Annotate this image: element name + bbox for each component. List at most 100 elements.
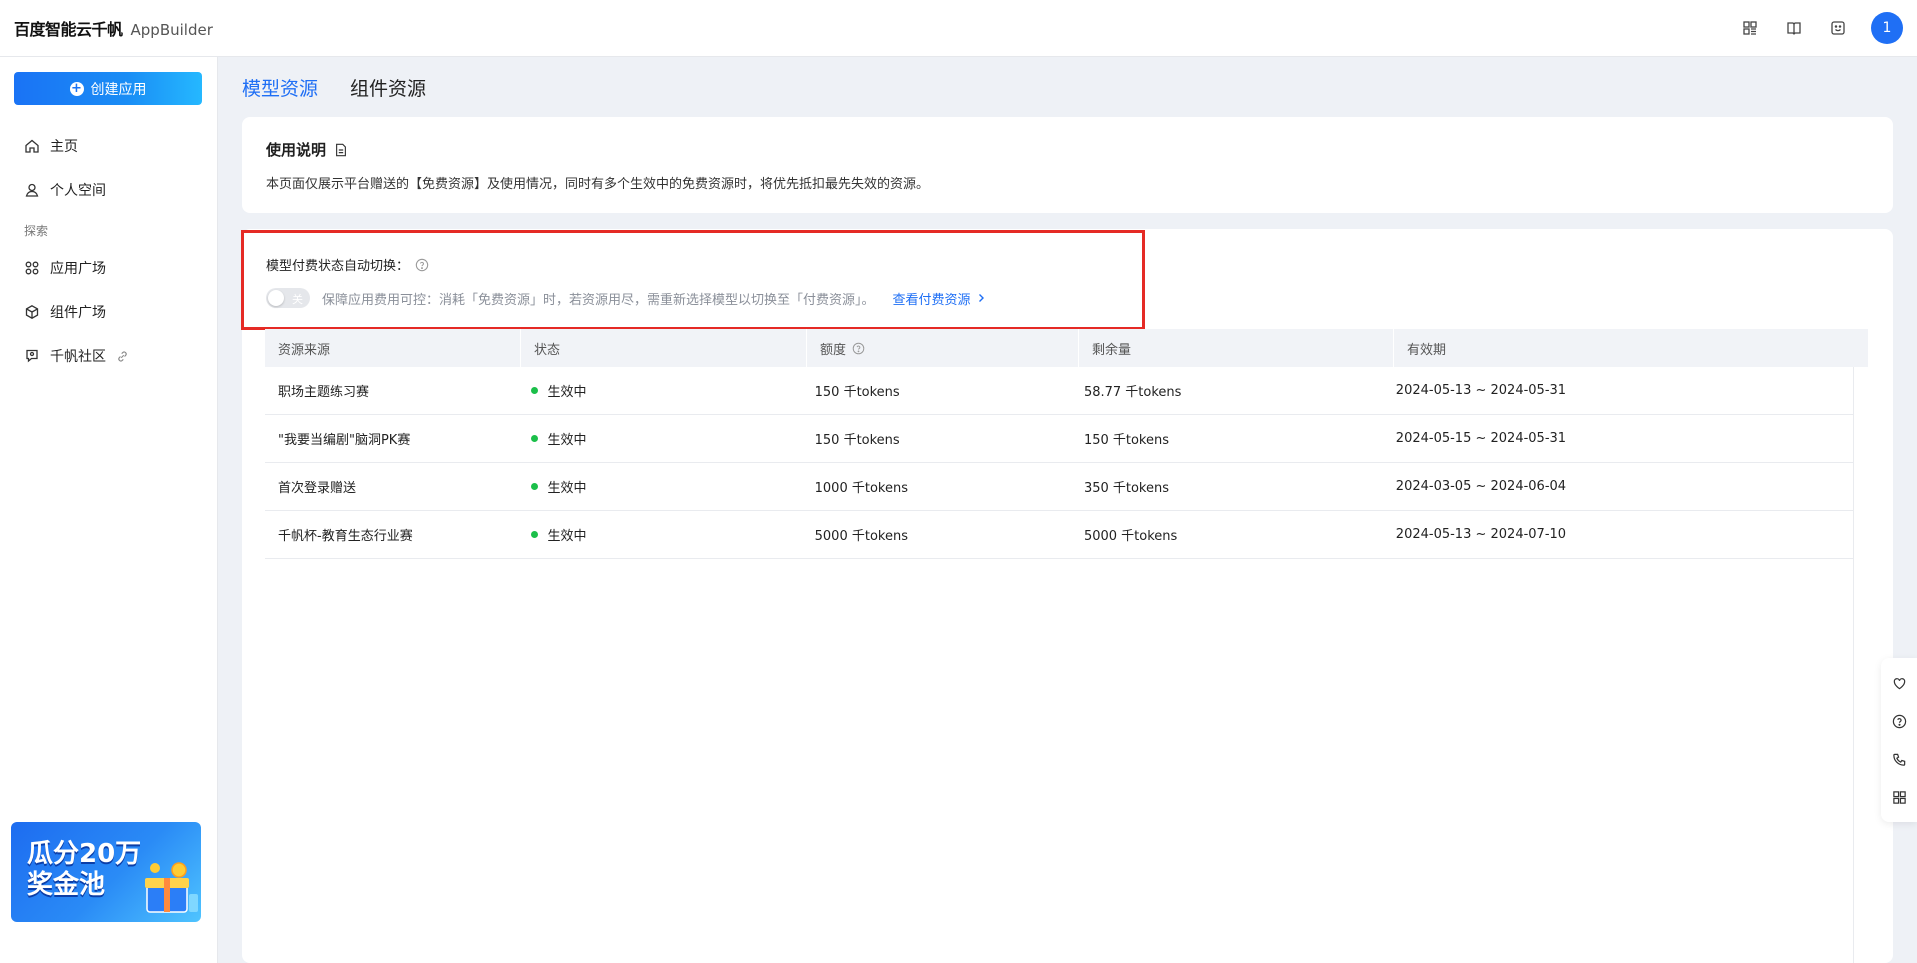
cell-validity: 2024-05-15 ~ 2024-05-31 xyxy=(1395,431,1567,446)
gift-box-icon xyxy=(145,862,198,913)
column-header-text: 剩余量 xyxy=(1092,342,1132,358)
cell-validity: 2024-05-13 ~ 2024-07-10 xyxy=(1395,527,1567,542)
grid-icon[interactable] xyxy=(1739,17,1761,39)
external-link-icon xyxy=(118,350,127,362)
cell-source: 首次登录赠送 xyxy=(278,481,357,496)
cell-remaining: 58.77 千tokens xyxy=(1083,385,1182,400)
create-app-label: 创建应用 xyxy=(90,81,147,98)
promo-line-2: 奖金池 xyxy=(27,870,106,900)
sidebar: + 创建应用 主页 个人空间 探索 应用广场 组件广场 千帆社区 瓜分20万 奖… xyxy=(0,57,218,963)
floating-toolbar xyxy=(1881,658,1917,822)
cell-status: 生效中 xyxy=(518,477,801,496)
help-icon[interactable] xyxy=(852,342,865,355)
cell-source: "我要当编剧"脑洞PK赛 xyxy=(278,433,411,448)
status-text: 生效中 xyxy=(547,385,587,400)
column-header-text: 资源来源 xyxy=(278,342,331,358)
auto-switch-title: 模型付费状态自动切换： xyxy=(266,255,429,274)
cell-validity: 2024-03-05 ~ 2024-06-04 xyxy=(1395,479,1567,494)
community-icon xyxy=(26,349,38,363)
column-header-validity: 有效期 xyxy=(1394,329,1869,367)
cell-status: 生效中 xyxy=(518,381,801,400)
help-icon[interactable] xyxy=(1889,711,1909,731)
table-row: "我要当编剧"脑洞PK赛 生效中 150 千tokens 150 千tokens… xyxy=(265,415,1853,463)
home-icon xyxy=(25,139,39,153)
chevron-right-icon xyxy=(978,294,984,302)
status-text: 生效中 xyxy=(547,529,587,544)
view-paid-resources-link[interactable]: 查看付费资源 xyxy=(893,289,987,308)
auto-switch-row: 关 保障应用费用可控：消耗「免费资源」时，若资源用尽，需重新选择模型以切换至「付… xyxy=(266,288,987,308)
toggle-state-label: 关 xyxy=(292,293,303,306)
usage-title-text: 使用说明 xyxy=(266,141,327,159)
tab-component-resources[interactable]: 组件资源 xyxy=(350,74,426,101)
apps-grid-icon[interactable] xyxy=(1889,787,1909,807)
auto-switch-toggle[interactable]: 关 xyxy=(266,288,310,308)
status-dot xyxy=(531,531,539,538)
status-text: 生效中 xyxy=(547,433,587,448)
book-icon[interactable] xyxy=(1783,17,1805,39)
auto-switch-label: 模型付费状态自动切换： xyxy=(266,259,410,274)
create-app-button[interactable]: + 创建应用 xyxy=(14,72,202,105)
cell-remaining: 5000 千tokens xyxy=(1083,529,1178,544)
cell-quota: 5000 千tokens xyxy=(814,529,908,544)
apps-icon xyxy=(25,261,39,275)
cell-remaining: 350 千tokens xyxy=(1083,481,1170,496)
view-paid-resources-label: 查看付费资源 xyxy=(892,292,971,308)
phone-icon[interactable] xyxy=(1889,749,1909,769)
brand-sub-title: AppBuilder xyxy=(130,21,213,39)
toggle-knob xyxy=(268,290,284,306)
cell-quota: 150 千tokens xyxy=(814,433,900,448)
top-header: 百度智能云千帆 AppBuilder 1 xyxy=(0,0,1917,57)
table-row: 职场主题练习赛 生效中 150 千tokens 58.77 千tokens 20… xyxy=(265,367,1853,415)
sidebar-item-label: 千帆社区 xyxy=(50,349,106,365)
sidebar-item-app-plaza[interactable]: 应用广场 xyxy=(24,257,106,279)
sidebar-item-component-plaza[interactable]: 组件广场 xyxy=(24,301,106,323)
cell-quota: 150 千tokens xyxy=(814,385,900,400)
usage-instructions-card: 使用说明 本页面仅展示平台赠送的【免费资源】及使用情况，同时有多个生效中的免费资… xyxy=(242,117,1893,213)
table-row: 千帆杯-教育生态行业赛 生效中 5000 千tokens 5000 千token… xyxy=(265,511,1853,559)
promo-banner[interactable]: 瓜分20万 奖金池 xyxy=(11,822,201,922)
status-text: 生效中 xyxy=(547,481,587,496)
sidebar-section-explore: 探索 xyxy=(24,224,49,238)
help-icon[interactable] xyxy=(415,258,429,272)
resource-tabs: 模型资源 组件资源 xyxy=(242,74,426,101)
sidebar-item-community[interactable]: 千帆社区 xyxy=(24,345,129,367)
resource-table: 资源来源 状态 额度 剩余量 有效期 职场主题练习赛 生效中 150 千toke… xyxy=(265,329,1869,559)
plus-icon: + xyxy=(69,80,84,96)
cell-remaining: 150 千tokens xyxy=(1083,433,1170,448)
user-icon xyxy=(25,183,39,197)
usage-description: 本页面仅展示平台赠送的【免费资源】及使用情况，同时有多个生效中的免费资源时，将优… xyxy=(266,177,930,192)
auto-switch-description: 保障应用费用可控：消耗「免费资源」时，若资源用尽，需重新选择模型以切换至「付费资… xyxy=(322,292,875,308)
document-icon[interactable] xyxy=(334,143,348,157)
column-header-text: 额度 xyxy=(820,342,847,358)
status-dot xyxy=(531,483,539,490)
sidebar-item-personal-space[interactable]: 个人空间 xyxy=(24,179,106,201)
status-dot xyxy=(531,435,539,442)
feedback-icon[interactable] xyxy=(1827,17,1849,39)
column-header-text: 有效期 xyxy=(1407,342,1447,358)
table-scrollbar[interactable] xyxy=(1853,367,1869,963)
sidebar-item-label: 个人空间 xyxy=(50,183,106,199)
cell-validity: 2024-05-13 ~ 2024-05-31 xyxy=(1395,383,1567,398)
column-header-remaining: 剩余量 xyxy=(1079,329,1394,367)
tab-model-resources[interactable]: 模型资源 xyxy=(242,74,318,101)
sidebar-item-label: 主页 xyxy=(50,139,78,155)
column-header-quota: 额度 xyxy=(807,329,1079,367)
table-row: 首次登录赠送 生效中 1000 千tokens 350 千tokens 2024… xyxy=(265,463,1853,511)
sidebar-item-label: 组件广场 xyxy=(50,305,106,321)
user-avatar[interactable]: 1 xyxy=(1871,12,1903,44)
column-header-text: 状态 xyxy=(534,342,561,358)
usage-title: 使用说明 xyxy=(266,139,348,160)
cell-status: 生效中 xyxy=(518,429,801,448)
promo-line-1: 瓜分20万 xyxy=(27,839,142,869)
heart-icon[interactable] xyxy=(1889,673,1909,693)
component-icon xyxy=(25,305,39,319)
column-header-source: 资源来源 xyxy=(265,329,521,367)
cell-source: 职场主题练习赛 xyxy=(278,385,370,400)
sidebar-item-home[interactable]: 主页 xyxy=(24,135,78,157)
brand-main-title: 百度智能云千帆 xyxy=(14,20,123,39)
sidebar-item-label: 应用广场 xyxy=(50,261,106,277)
brand[interactable]: 百度智能云千帆 AppBuilder xyxy=(14,16,213,40)
cell-status: 生效中 xyxy=(518,525,801,544)
table-header: 资源来源 状态 额度 剩余量 有效期 xyxy=(265,329,1869,367)
header-actions: 1 xyxy=(1739,12,1903,44)
